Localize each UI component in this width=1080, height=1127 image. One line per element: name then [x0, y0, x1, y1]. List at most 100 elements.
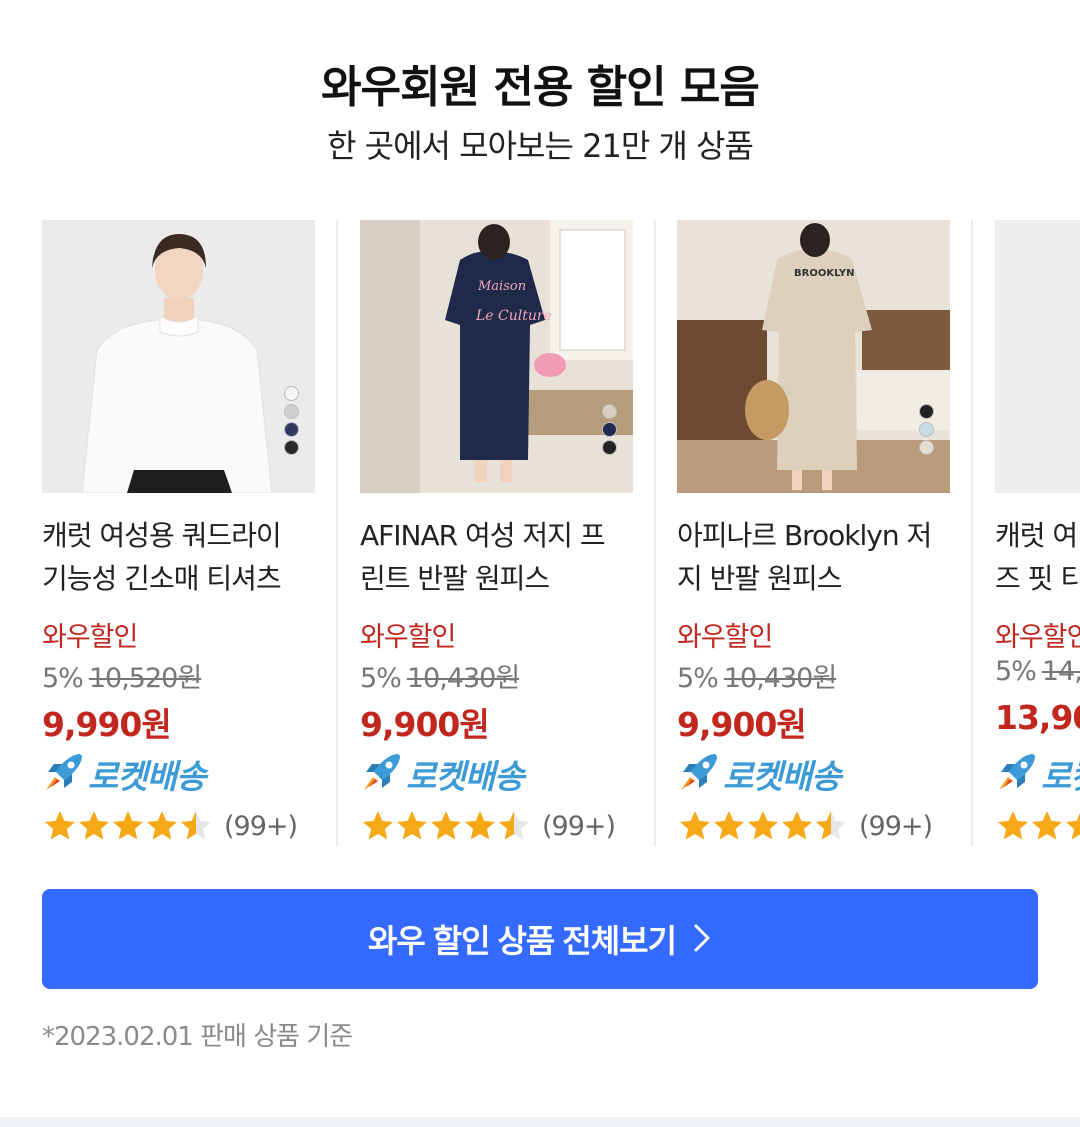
product-name[interactable]: 아피나르 Brooklyn 저 지 반팔 원피스 — [677, 514, 952, 600]
rocket-delivery-label: 로켓배송 — [723, 757, 841, 796]
rocket-icon — [995, 750, 1039, 798]
star-icon — [45, 811, 75, 840]
rocket-icon — [677, 750, 721, 798]
review-count: (99+) — [224, 810, 298, 842]
rocket-icon — [360, 750, 404, 798]
wow-discount-label: 와우할인 — [360, 622, 456, 653]
rating: (99+) — [677, 808, 933, 844]
star-icon — [998, 811, 1028, 840]
color-swatch — [284, 440, 299, 455]
rocket-delivery-label: 로켓배송 — [1041, 757, 1080, 796]
sale-price: 9,900원 — [677, 705, 807, 744]
card-divider — [654, 220, 656, 846]
star-rating — [995, 808, 1080, 844]
star-icon — [79, 811, 109, 840]
color-swatch — [602, 404, 617, 419]
color-swatch — [284, 386, 299, 401]
color-swatches-2 — [602, 404, 617, 455]
svg-text:Maison: Maison — [477, 279, 526, 294]
star-icon — [1066, 813, 1080, 840]
rocket-delivery-label: 로켓배송 — [88, 757, 206, 796]
color-swatch — [284, 404, 299, 419]
discount-percent: 5% — [42, 663, 84, 694]
original-price: 10,520원 — [88, 663, 202, 694]
wow-discount-label: 와우할인 — [995, 622, 1080, 653]
wow-discount-label: 와우할인 — [677, 622, 773, 653]
half-star-icon — [181, 811, 211, 840]
svg-text:BROOKLYN: BROOKLYN — [794, 268, 855, 279]
discount-percent: 5% — [995, 656, 1037, 687]
original-price-line: 5% 10,430원 — [360, 656, 520, 695]
sale-price: 13,90 — [995, 698, 1080, 737]
color-swatch — [919, 440, 934, 455]
star-icon — [714, 811, 744, 840]
section-header: 와우회원 전용 할인 모음 한 곳에서 모아보는 21만 개 상품 — [0, 58, 1080, 172]
original-price-line: 5% 10,430원 — [677, 656, 837, 695]
product-image-4[interactable] — [995, 220, 1080, 493]
chevron-right-icon — [692, 922, 712, 957]
product-name[interactable]: 캐럿 여성용 쿼드라이 기능성 긴소매 티셔츠 — [42, 514, 317, 600]
rocket-icon — [42, 750, 86, 798]
color-swatches-3 — [919, 404, 934, 455]
original-price-line: 5% 14, — [995, 656, 1080, 687]
svg-text:Le Culture: Le Culture — [475, 308, 552, 324]
half-star-icon — [499, 811, 529, 840]
section-separator — [0, 1117, 1080, 1127]
color-swatch — [602, 440, 617, 455]
rating: (99+) — [360, 808, 616, 844]
product-card-1[interactable]: 캐럿 여성용 쿼드라이 기능성 긴소매 티셔츠 와우할인 5% 10,520원 9… — [42, 220, 317, 850]
product-name[interactable]: 캐럿 여 즈 핏 티 — [995, 514, 1080, 600]
card-divider — [336, 220, 338, 846]
sale-price: 9,990원 — [42, 705, 172, 744]
original-price-line: 5% 10,520원 — [42, 656, 202, 695]
star-icon — [1032, 811, 1062, 840]
rocket-delivery-badge: 로켓배송 — [360, 750, 524, 798]
wow-discount-label: 와우할인 — [42, 622, 138, 653]
view-all-wow-deals-button[interactable]: 와우 할인 상품 전체보기 — [42, 889, 1038, 989]
discount-percent: 5% — [677, 663, 719, 694]
product-name[interactable]: AFINAR 여성 저지 프 린트 반팔 원피스 — [360, 514, 635, 600]
star-icon — [397, 811, 427, 840]
card-divider — [971, 220, 973, 846]
rocket-delivery-label: 로켓배송 — [406, 757, 524, 796]
section-title: 와우회원 전용 할인 모음 — [321, 62, 760, 113]
star-rating — [42, 808, 212, 844]
star-icon — [147, 811, 177, 840]
half-star-icon — [816, 811, 846, 840]
star-icon — [431, 811, 461, 840]
review-count: (99+) — [859, 810, 933, 842]
product-image-2[interactable]: Maison Le Culture — [360, 220, 633, 493]
product-image-1[interactable] — [42, 220, 315, 493]
star-icon — [363, 811, 393, 840]
product-image-3[interactable]: BROOKLYN — [677, 220, 950, 493]
color-swatch — [284, 422, 299, 437]
rocket-delivery-badge: 로켓배송 — [677, 750, 841, 798]
star-icon — [782, 811, 812, 840]
sale-price: 9,900원 — [360, 705, 490, 744]
section-subtitle: 한 곳에서 모아보는 21만 개 상품 — [327, 127, 754, 165]
rocket-delivery-badge: 로켓배송 — [995, 752, 1080, 796]
rating — [995, 808, 1080, 844]
color-swatch — [919, 422, 934, 437]
product-carousel[interactable]: 캐럿 여성용 쿼드라이 기능성 긴소매 티셔츠 와우할인 5% 10,520원 9… — [42, 220, 1080, 850]
rocket-delivery-badge: 로켓배송 — [42, 750, 206, 798]
star-icon — [465, 811, 495, 840]
color-swatches-1 — [284, 386, 299, 455]
original-price: 14, — [1041, 656, 1080, 687]
color-swatch — [602, 422, 617, 437]
view-all-label: 와우 할인 상품 전체보기 — [367, 923, 677, 959]
star-icon — [748, 811, 778, 840]
footnote: *2023.02.01 판매 상품 기준 — [42, 1022, 353, 1052]
discount-percent: 5% — [360, 663, 402, 694]
original-price: 10,430원 — [406, 663, 520, 694]
original-price: 10,430원 — [723, 663, 837, 694]
product-card-4[interactable]: 캐럿 여 즈 핏 티 와우할인 5%14, 13,90 로켓배송 — [995, 220, 1080, 850]
product-card-3[interactable]: BROOKLYN 아피나르 Brooklyn 저 지 반팔 원피스 와우할인 5… — [677, 220, 952, 850]
star-rating — [677, 808, 847, 844]
star-rating — [360, 808, 530, 844]
rating: (99+) — [42, 808, 298, 844]
color-swatch — [919, 404, 934, 419]
star-icon — [680, 811, 710, 840]
product-card-2[interactable]: Maison Le Culture AFINAR 여성 저지 프 린트 반팔 원… — [360, 220, 635, 850]
review-count: (99+) — [542, 810, 616, 842]
